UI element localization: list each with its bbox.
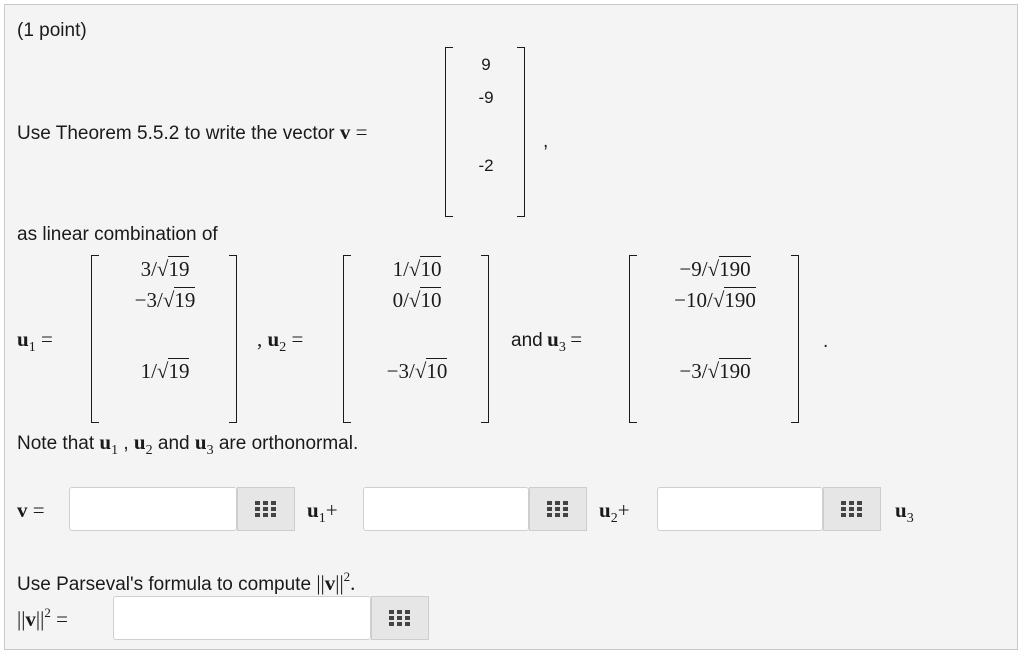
orthonormal-note: Note that u1 , u2 and u3 are orthonormal… [17, 430, 359, 458]
coefficient-u1-input[interactable] [69, 487, 237, 531]
keypad-grid-icon [255, 501, 276, 517]
basis-period: . [823, 331, 829, 352]
norm-lhs: ||v||2 = [17, 605, 68, 631]
v-symbol: v [339, 120, 351, 144]
v-trailing-comma: , [543, 131, 549, 152]
u1-plus-label: u1+ [307, 498, 338, 526]
keypad-grid-icon [389, 610, 410, 626]
u1-entry-3: 1/√19 [140, 358, 190, 383]
keypad-button-4[interactable] [371, 596, 429, 640]
u1-label: u1 = [17, 327, 53, 355]
u3-entry-2: −10/√190 [674, 287, 756, 312]
u1-bracket-left [91, 255, 99, 423]
intro-label: Use Theorem 5.5.2 to write the vector [17, 123, 335, 144]
keypad-grid-icon [841, 501, 862, 517]
coefficient-u3-input[interactable] [657, 487, 823, 531]
coefficient-u2-input[interactable] [363, 487, 529, 531]
u2-entry-1: 1/√10 [392, 256, 442, 281]
keypad-button-1[interactable] [237, 487, 295, 531]
parseval-prompt: Use Parseval's formula to compute ||v||2… [17, 569, 356, 595]
combination-text: as linear combination of [17, 224, 218, 245]
u1-entry-2: −3/√19 [134, 287, 196, 312]
points-label: (1 point) [17, 20, 87, 41]
u3-bracket-left [629, 255, 637, 423]
u1-entry-1: 3/√19 [140, 256, 190, 281]
u3-entry-1: −9/√190 [679, 256, 751, 281]
u2-label: , u2 = [257, 327, 304, 355]
v-entry-1: 9 [481, 55, 491, 74]
v-bracket-left [445, 47, 453, 217]
u2-bracket-left [343, 255, 351, 423]
norm-squared-input[interactable] [113, 596, 371, 640]
keypad-button-3[interactable] [823, 487, 881, 531]
keypad-grid-icon [547, 501, 568, 517]
u2-entry-2: 0/√10 [392, 287, 442, 312]
u2-plus-label: u2+ [599, 498, 630, 526]
u3-label-final: u3 [895, 498, 914, 526]
equals-sign: = [355, 120, 368, 144]
v-bracket-right [517, 47, 525, 217]
intro-text: Use Theorem 5.5.2 to write the vector v … [17, 120, 367, 145]
answer-lhs: v = [17, 498, 45, 522]
keypad-button-2[interactable] [529, 487, 587, 531]
u3-label: and u3 = [511, 327, 583, 355]
u3-entry-3: −3/√190 [679, 358, 751, 383]
problem-panel: (1 point) Use Theorem 5.5.2 to write the… [4, 4, 1018, 650]
u2-entry-3: −3/√10 [386, 358, 448, 383]
v-entry-3: -2 [478, 156, 494, 175]
v-entry-2: -9 [478, 88, 494, 107]
